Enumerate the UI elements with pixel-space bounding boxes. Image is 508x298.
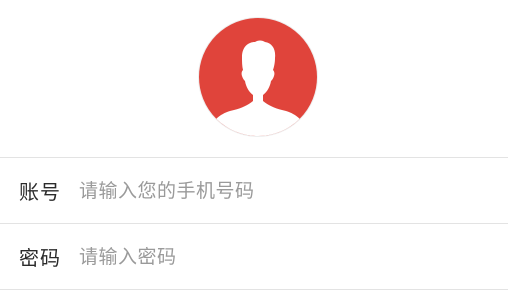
password-label: 密码 bbox=[19, 246, 61, 270]
login-screen: 账号 密码 bbox=[0, 0, 508, 298]
avatar bbox=[198, 17, 318, 137]
divider bbox=[0, 289, 508, 290]
account-row: 账号 bbox=[0, 158, 508, 223]
password-row: 密码 bbox=[0, 224, 508, 289]
account-label: 账号 bbox=[19, 180, 61, 204]
login-form: 账号 密码 bbox=[0, 157, 508, 290]
password-input[interactable] bbox=[79, 236, 508, 277]
user-avatar-icon bbox=[198, 17, 318, 137]
account-input[interactable] bbox=[79, 170, 508, 211]
